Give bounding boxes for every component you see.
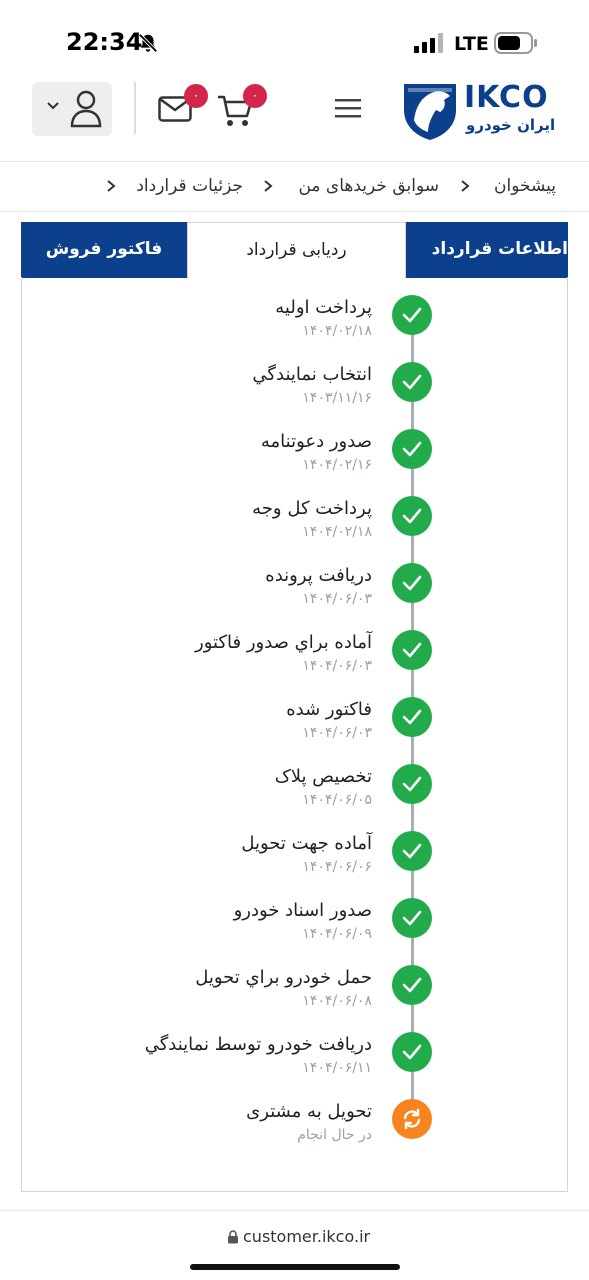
timeline-step: صدور دعوتنامه ۱۴۰۴/۰۲/۱۶ — [22, 429, 569, 495]
timeline-step: صدور اسناد خودرو ۱۴۰۴/۰۶/۰۹ — [22, 898, 569, 964]
breadcrumb-item-contract-details[interactable]: جزئیات قرارداد — [136, 176, 243, 196]
messages-button[interactable]: ۰ — [156, 84, 212, 130]
step-date: ۱۴۰۴/۰۶/۰۵ — [302, 792, 372, 808]
cart-button[interactable]: ۰ — [215, 84, 271, 130]
step-title: پرداخت کل وجه — [252, 498, 372, 519]
network-label: LTE — [454, 33, 489, 55]
chevron-right-icon — [107, 180, 116, 192]
step-title: آماده براي صدور فاكتور — [195, 632, 372, 653]
step-date: ۱۴۰۴/۰۲/۱۸ — [302, 323, 372, 339]
contract-tabs: فاکتور فروش ردیابی قرارداد اطلاعات قرارد… — [21, 222, 568, 278]
step-title: صدور دعوتنامه — [260, 431, 372, 452]
step-title: تحویل به مشتری — [246, 1101, 372, 1122]
step-date: ۱۴۰۴/۰۲/۱۶ — [302, 457, 372, 473]
step-date: ۱۴۰۴/۰۶/۱۱ — [302, 1060, 372, 1076]
tab-sales-invoice[interactable]: فاکتور فروش — [21, 222, 187, 278]
timeline-step: انتخاب نمايندگي ۱۴۰۳/۱۱/۱۶ — [22, 362, 569, 428]
timeline-step: فاكتور شده ۱۴۰۴/۰۶/۰۳ — [22, 697, 569, 763]
step-date: ۱۴۰۴/۰۲/۱۸ — [302, 524, 372, 540]
battery-icon — [494, 32, 537, 54]
timeline-step: آماده جهت تحويل ۱۴۰۴/۰۶/۰۶ — [22, 831, 569, 897]
step-date: ۱۴۰۴/۰۶/۰۳ — [302, 725, 372, 741]
step-title: حمل خودرو براي تحويل — [195, 967, 372, 988]
timeline-step: دريافت پرونده ۱۴۰۴/۰۶/۰۳ — [22, 563, 569, 629]
chevron-right-icon — [461, 180, 470, 192]
tracking-panel: پرداخت اولیه ۱۴۰۴/۰۲/۱۸ انتخاب نمايندگي ۱۴۰… — [21, 277, 568, 1192]
url-text[interactable]: customer.ikco.ir — [243, 1227, 370, 1246]
horse-logo-icon — [404, 84, 456, 140]
check-circle-icon — [392, 764, 432, 804]
check-circle-icon — [392, 965, 432, 1005]
check-circle-icon — [392, 1032, 432, 1072]
browser-address-bar: customer.ikco.ir — [0, 1210, 589, 1280]
bell-off-icon — [138, 33, 158, 53]
timeline-step: پرداخت اولیه ۱۴۰۴/۰۲/۱۸ — [22, 295, 569, 361]
site-header: ۰ ۰ IKCO ایران خودرو — [0, 72, 589, 162]
lock-icon — [228, 1230, 238, 1244]
timeline-step: تحویل به مشتری در حال انجام — [22, 1099, 569, 1165]
breadcrumb: پیشخوان سوابق خریدهای من جزئیات قرارداد — [0, 162, 589, 212]
timeline-step: دريافت خودرو توسط نمايندگي ۱۴۰۴/۰۶/۱۱ — [22, 1032, 569, 1098]
check-circle-icon — [392, 496, 432, 536]
step-title: تخصيص پلاک — [274, 766, 372, 787]
step-title: دريافت پرونده — [265, 565, 372, 586]
check-circle-icon — [392, 697, 432, 737]
chevron-down-icon — [47, 102, 59, 110]
check-circle-icon — [392, 898, 432, 938]
step-title: دريافت خودرو توسط نمايندگي — [144, 1034, 372, 1055]
step-date: ۱۴۰۴/۰۶/۰۸ — [302, 993, 372, 1009]
menu-icon[interactable] — [334, 96, 362, 120]
timeline-step: حمل خودرو براي تحويل ۱۴۰۴/۰۶/۰۸ — [22, 965, 569, 1031]
home-indicator — [190, 1264, 400, 1270]
status-time: 22:34 — [66, 28, 143, 56]
ikco-logo[interactable]: IKCO ایران خودرو — [398, 78, 558, 144]
cart-badge: ۰ — [243, 84, 267, 108]
step-date: ۱۴۰۴/۰۶/۰۶ — [302, 859, 372, 875]
chevron-right-icon — [264, 180, 273, 192]
step-title: انتخاب نمايندگي — [252, 364, 372, 385]
check-circle-icon — [392, 563, 432, 603]
step-date: ۱۴۰۴/۰۶/۰۳ — [302, 591, 372, 607]
check-circle-icon — [392, 630, 432, 670]
breadcrumb-item-dashboard[interactable]: پیشخوان — [494, 176, 556, 196]
step-date: ۱۴۰۴/۰۶/۰۳ — [302, 658, 372, 674]
step-date: ۱۴۰۴/۰۶/۰۹ — [302, 926, 372, 942]
step-date: ۱۴۰۳/۱۱/۱۶ — [302, 390, 372, 406]
step-title: فاكتور شده — [286, 699, 372, 720]
status-bar: 22:34 LTE — [0, 0, 589, 72]
check-circle-icon — [392, 429, 432, 469]
step-title: صدور اسناد خودرو — [233, 900, 372, 921]
step-status: در حال انجام — [297, 1127, 372, 1143]
check-circle-icon — [392, 831, 432, 871]
check-circle-icon — [392, 295, 432, 335]
sync-icon — [392, 1099, 432, 1139]
timeline-step: تخصيص پلاک ۱۴۰۴/۰۶/۰۵ — [22, 764, 569, 830]
user-icon — [70, 90, 102, 128]
step-title: آماده جهت تحويل — [241, 833, 372, 854]
signal-icon — [414, 33, 443, 53]
user-menu-button[interactable] — [32, 82, 112, 136]
breadcrumb-item-purchases[interactable]: سوابق خریدهای من — [298, 176, 439, 196]
header-divider — [134, 82, 136, 134]
logo-text: IKCO — [464, 80, 549, 115]
check-circle-icon — [392, 362, 432, 402]
tab-contract-tracking[interactable]: ردیابی قرارداد — [187, 222, 406, 278]
tab-contract-info[interactable]: اطلاعات قرارداد — [406, 222, 568, 278]
timeline-step: پرداخت کل وجه ۱۴۰۴/۰۲/۱۸ — [22, 496, 569, 562]
step-title: پرداخت اولیه — [275, 297, 372, 318]
messages-badge: ۰ — [184, 84, 208, 108]
logo-subtext: ایران خودرو — [466, 116, 556, 134]
timeline-step: آماده براي صدور فاكتور ۱۴۰۴/۰۶/۰۳ — [22, 630, 569, 696]
